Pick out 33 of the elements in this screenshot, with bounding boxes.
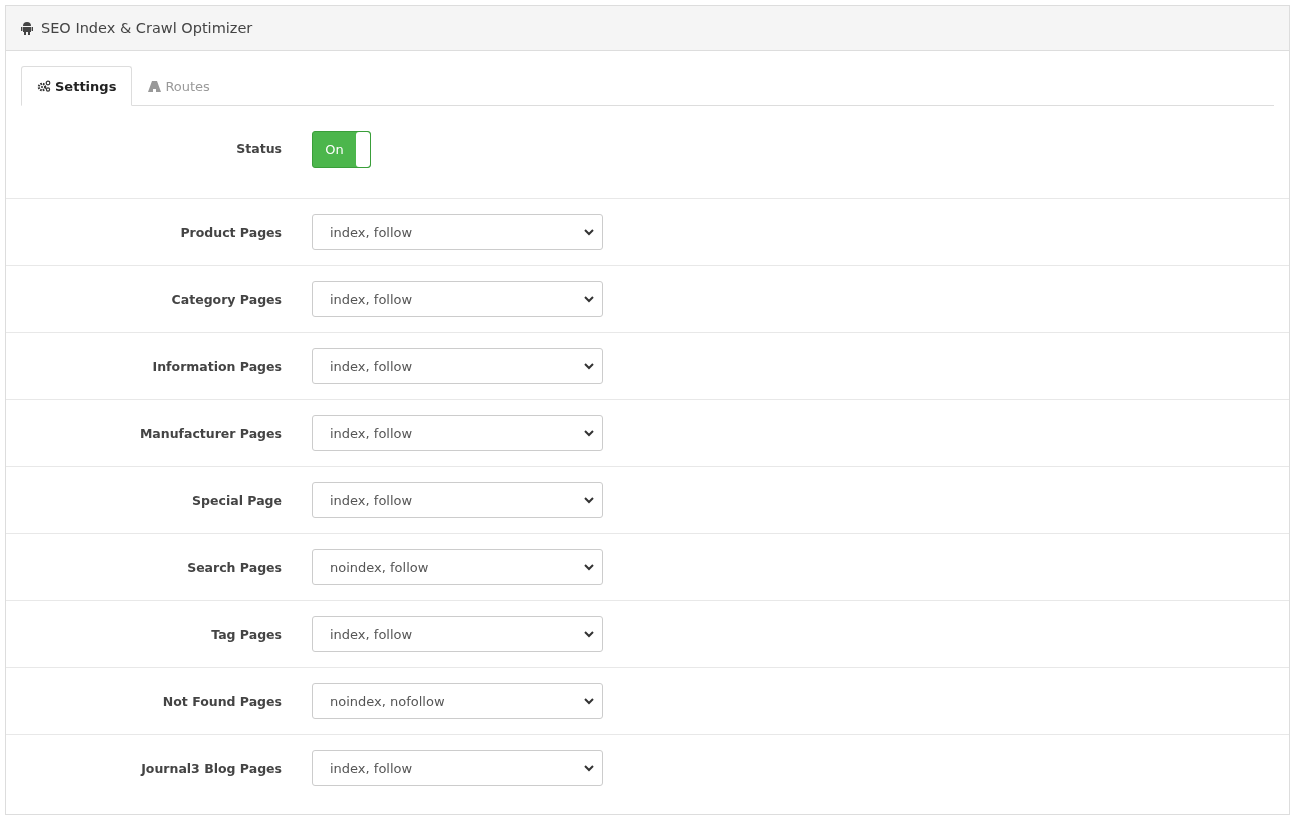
chevron-down-icon — [584, 228, 594, 236]
chevron-down-icon — [584, 295, 594, 303]
road-icon — [148, 80, 162, 92]
robots-select[interactable]: index, follow — [312, 415, 603, 451]
panel-title: SEO Index & Crawl Optimizer — [41, 20, 253, 36]
field-label: Tag Pages — [210, 626, 283, 642]
field-label: Special Page — [191, 492, 283, 508]
robots-select[interactable]: noindex, nofollow — [312, 683, 603, 719]
field-label: Category Pages — [170, 291, 283, 307]
robots-select[interactable]: noindex, follow — [312, 549, 603, 585]
chevron-down-icon — [584, 563, 594, 571]
field-label: Journal3 Blog Pages — [139, 760, 283, 776]
android-icon — [21, 21, 33, 35]
robots-select[interactable]: index, follow — [312, 482, 603, 518]
field-label: Product Pages — [179, 224, 283, 240]
field-label: Information Pages — [151, 358, 283, 374]
robots-select[interactable]: index, follow — [312, 348, 603, 384]
field-label: Search Pages — [186, 559, 283, 575]
robots-select[interactable]: index, follow — [312, 750, 603, 786]
tab[interactable]: Settings — [21, 66, 133, 106]
field-label: Manufacturer Pages — [138, 425, 283, 441]
chevron-down-icon — [584, 362, 594, 370]
field-label: Not Found Pages — [161, 693, 283, 709]
chevron-down-icon — [584, 764, 594, 772]
chevron-down-icon — [584, 496, 594, 504]
chevron-down-icon — [584, 630, 594, 638]
robots-select[interactable]: index, follow — [312, 214, 603, 250]
chevron-down-icon — [584, 697, 594, 705]
robots-select[interactable]: index, follow — [312, 281, 603, 317]
gears-icon — [37, 80, 51, 92]
field-label: Status — [235, 140, 283, 158]
robots-select[interactable]: index, follow — [312, 616, 603, 652]
chevron-down-icon — [584, 429, 594, 437]
